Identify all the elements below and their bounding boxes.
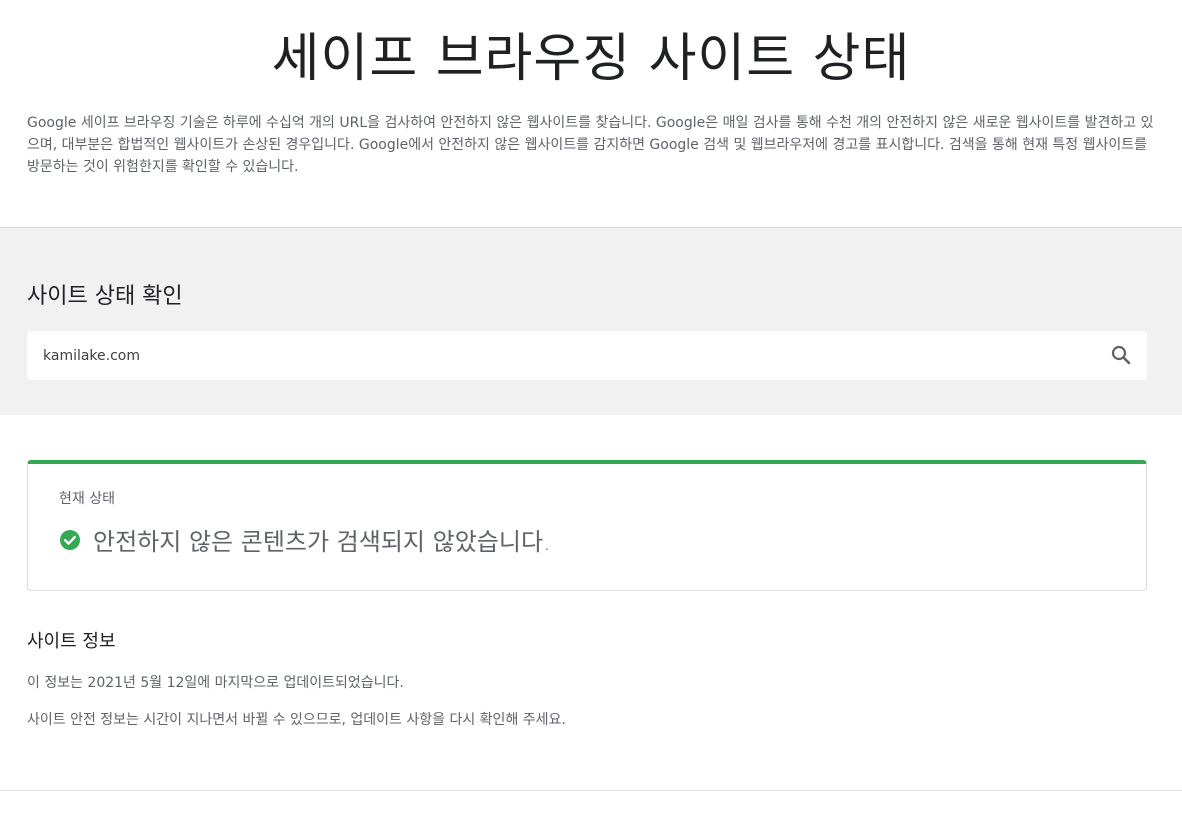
status-label: 현재 상태 <box>59 491 115 507</box>
status-message: 안전하지 않은 콘텐츠가 검색되지 않았습니다. <box>93 528 551 556</box>
site-info-note: 사이트 안전 정보는 시간이 지나면서 바뀔 수 있으므로, 업데이트 사항을 … <box>27 712 566 728</box>
site-info-heading: 사이트 정보 <box>27 631 116 652</box>
intro-text: Google 세이프 브라우징 기술은 하루에 수십억 개의 URL을 검사하여… <box>27 115 1154 175</box>
page-title: 세이프 브라우징 사이트 상태 <box>271 29 911 89</box>
page: 세이프 브라우징 사이트 상태 Google 세이프 브라우징 기술은 하루에 … <box>0 0 1182 823</box>
divider <box>0 790 1182 791</box>
search-icon[interactable] <box>1109 343 1133 367</box>
check-circle-icon <box>59 529 81 551</box>
site-info-updated: 이 정보는 2021년 5월 12일에 마지막으로 업데이트되었습니다. <box>27 675 404 691</box>
search-section: 사이트 상태 확인 <box>0 227 1182 415</box>
search-heading: 사이트 상태 확인 <box>27 284 183 309</box>
search-box <box>27 331 1147 380</box>
status-card: 현재 상태 안전하지 않은 콘텐츠가 검색되지 않았습니다. <box>27 460 1147 591</box>
status-row: 안전하지 않은 콘텐츠가 검색되지 않았습니다. <box>59 522 551 557</box>
search-input[interactable] <box>43 331 1083 380</box>
